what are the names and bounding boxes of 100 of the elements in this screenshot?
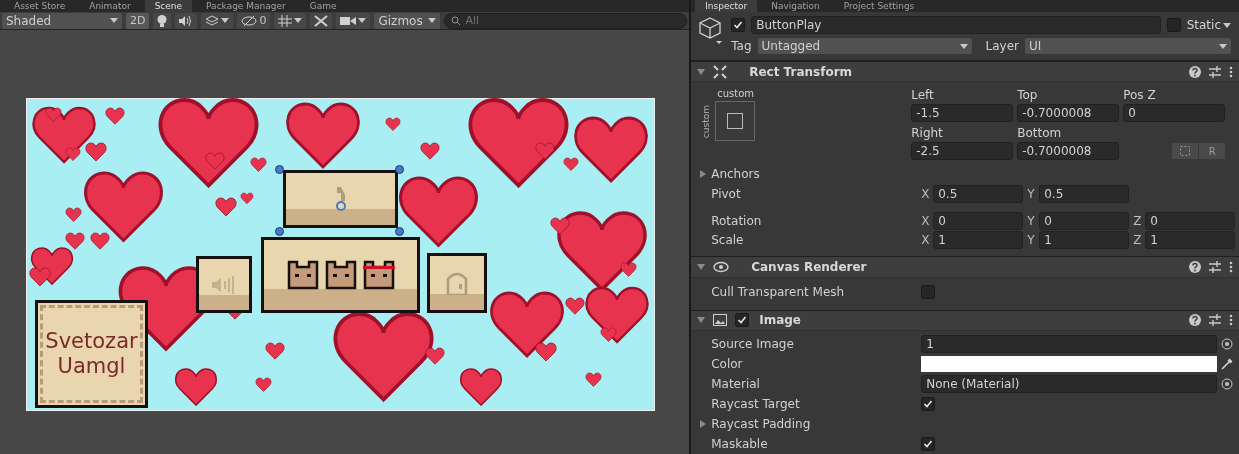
heart-drawing <box>240 192 254 205</box>
static-dropdown[interactable]: Static <box>1186 18 1231 32</box>
dropdown-caret-icon <box>1219 43 1227 49</box>
property-label: Maskable <box>711 437 769 452</box>
exit-button[interactable] <box>427 253 487 313</box>
component-title: Canvas Renderer <box>751 259 868 274</box>
number-field[interactable]: 0 <box>1039 211 1130 230</box>
number-field[interactable]: 0 <box>933 211 1024 230</box>
shading-mode-dropdown[interactable]: Shaded <box>2 12 122 29</box>
presets-icon[interactable] <box>1209 314 1221 327</box>
tag-dropdown[interactable]: Untagged <box>757 38 972 54</box>
color-swatch-field[interactable] <box>921 356 1217 373</box>
tag-label: Tag <box>731 39 752 53</box>
property-label: Raycast Target <box>711 397 801 412</box>
dropdown-caret-icon <box>358 18 367 23</box>
property-label: Rotation <box>711 213 763 228</box>
object-picker-icon[interactable] <box>1221 378 1233 391</box>
more-options-icon[interactable] <box>1229 65 1233 78</box>
search-icon <box>451 15 462 26</box>
music-button[interactable] <box>283 170 398 228</box>
more-options-icon[interactable] <box>1229 260 1233 273</box>
cube-icon[interactable] <box>699 16 724 46</box>
axis-label: Y <box>1027 186 1036 201</box>
foldout-arrow-icon[interactable] <box>699 420 708 429</box>
object-name-field[interactable]: ButtonPlay <box>751 16 1161 34</box>
anchor-preset-label: custom <box>717 88 756 100</box>
selection-handle[interactable] <box>395 227 404 236</box>
object-field[interactable]: 1 <box>921 335 1217 354</box>
editor-tab[interactable]: Scene <box>144 0 193 12</box>
gizmos-dropdown[interactable]: Gizmos <box>374 12 441 29</box>
foldout-label[interactable]: Raycast Padding <box>711 417 811 432</box>
grid-dropdown[interactable] <box>274 12 307 29</box>
heart-drawing <box>255 377 272 392</box>
more-options-icon[interactable] <box>1229 314 1233 327</box>
dropdown-caret-icon <box>1223 22 1231 28</box>
selection-handle[interactable] <box>275 165 284 174</box>
static-checkbox[interactable] <box>1166 18 1181 32</box>
editor-tab[interactable]: Inspector <box>695 0 758 12</box>
dropdown-caret-icon <box>959 43 968 49</box>
number-field[interactable]: -0.7000008 <box>1017 104 1120 123</box>
foldout-arrow-icon[interactable] <box>697 67 706 76</box>
mode-2d-toggle[interactable]: 2D <box>126 12 150 29</box>
heart-drawing <box>385 117 401 131</box>
number-field[interactable]: -1.5 <box>911 104 1014 123</box>
layer-dropdown[interactable]: UI <box>1025 38 1231 54</box>
help-icon[interactable] <box>1189 65 1201 78</box>
anchors-foldout-label[interactable]: Anchors <box>711 167 760 182</box>
hidden-objects-toggle[interactable]: 0 <box>237 12 271 29</box>
tools-toggle[interactable] <box>310 12 333 29</box>
selection-handle[interactable] <box>275 227 284 236</box>
heart-drawing <box>265 342 285 360</box>
number-field[interactable]: 0.5 <box>933 184 1024 203</box>
property-label: Source Image <box>711 337 795 352</box>
anchor-preset-button[interactable] <box>715 101 756 142</box>
property-checkbox[interactable] <box>921 397 936 412</box>
presets-icon[interactable] <box>1209 260 1221 273</box>
eyedropper-icon[interactable] <box>1221 358 1233 371</box>
eye-slash-icon <box>241 14 258 27</box>
axis-label: Y <box>1027 233 1036 248</box>
effects-dropdown[interactable] <box>201 12 234 29</box>
field-label: Top <box>1017 88 1039 105</box>
property-label: Color <box>711 357 744 372</box>
component-enabled-checkbox[interactable] <box>735 313 750 328</box>
presets-icon[interactable] <box>1209 65 1221 78</box>
property-checkbox[interactable] <box>921 437 936 452</box>
layer-label: Layer <box>985 39 1019 53</box>
lighting-toggle[interactable] <box>153 12 172 29</box>
number-field[interactable]: 1 <box>1039 231 1130 250</box>
number-field[interactable]: 1 <box>1145 231 1236 250</box>
layers-icon <box>205 14 220 27</box>
field-label: Left <box>911 88 935 105</box>
field-label: Bottom <box>1017 126 1063 143</box>
active-checkbox[interactable] <box>731 18 746 32</box>
number-field[interactable]: -2.5 <box>911 142 1014 161</box>
number-field[interactable]: -0.7000008 <box>1017 142 1120 161</box>
heart-drawing <box>175 368 217 406</box>
foldout-arrow-icon[interactable] <box>697 316 706 325</box>
blueprint-mode-button[interactable] <box>1172 143 1199 160</box>
selection-handle[interactable] <box>395 165 404 174</box>
audio-toggle[interactable] <box>175 12 198 29</box>
foldout-arrow-icon[interactable] <box>697 262 706 271</box>
dropdown-caret-icon <box>294 18 303 23</box>
sound-button[interactable] <box>196 256 252 313</box>
number-field[interactable]: 0.5 <box>1039 184 1130 203</box>
field-label: Right <box>911 126 944 143</box>
property-checkbox[interactable] <box>921 284 936 299</box>
help-icon[interactable] <box>1189 260 1201 273</box>
component-title: Image <box>759 313 802 328</box>
camera-dropdown[interactable] <box>336 12 371 29</box>
object-field[interactable]: None (Material) <box>921 375 1217 394</box>
object-picker-icon[interactable] <box>1221 338 1233 351</box>
name-text: Uamgl <box>57 354 126 380</box>
number-field[interactable]: 0 <box>1123 104 1226 123</box>
help-icon[interactable] <box>1189 314 1201 327</box>
number-field[interactable]: 1 <box>933 231 1024 250</box>
character-select-button[interactable] <box>261 237 420 313</box>
anchor-preset-side-label: custom <box>701 104 712 138</box>
number-field[interactable]: 0 <box>1145 211 1236 230</box>
foldout-arrow-icon[interactable] <box>699 170 708 179</box>
square-icon <box>727 113 744 130</box>
